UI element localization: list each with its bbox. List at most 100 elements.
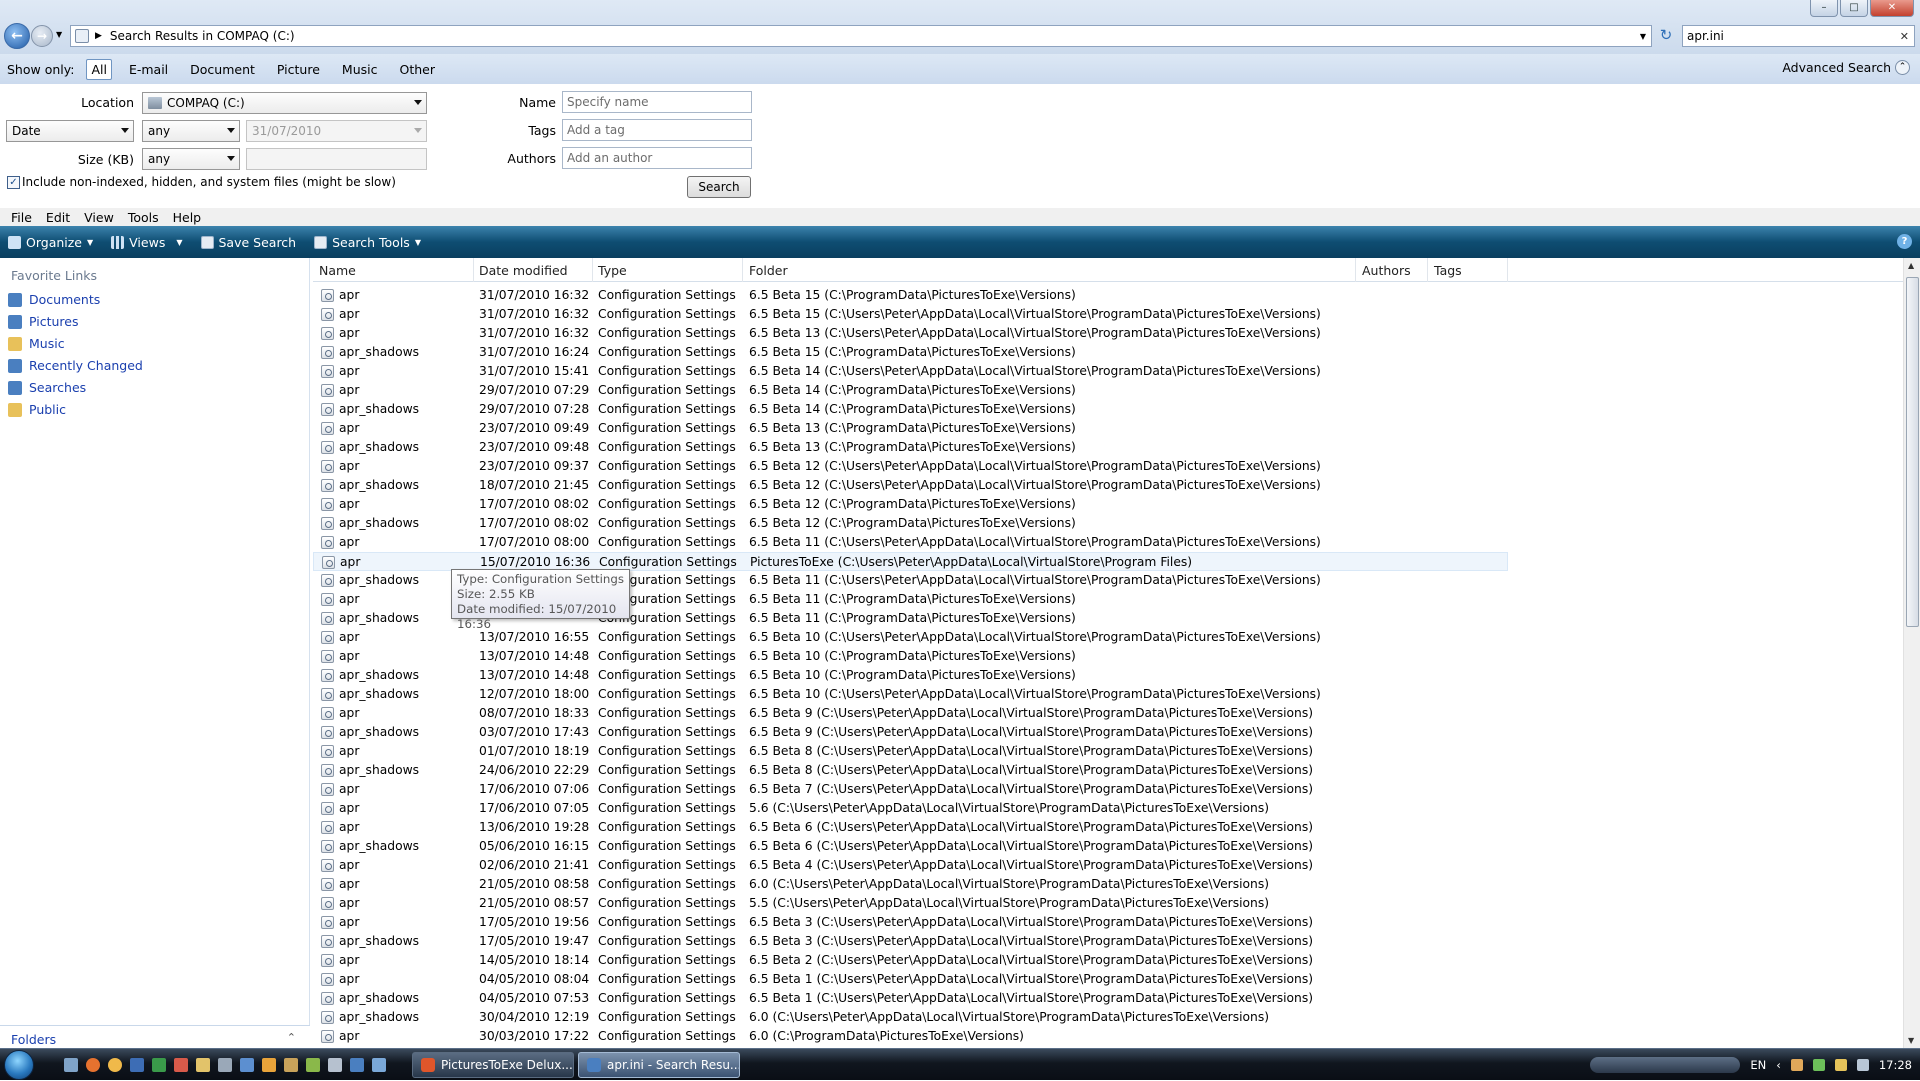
table-row[interactable]: apr 17/07/2010 08:00 Configuration Setting…	[313, 533, 1508, 552]
table-row[interactable]: apr_shadows 17/05/2010 19:47 Configuration…	[313, 932, 1508, 951]
table-row[interactable]: apr 02/06/2010 21:41 Configuration Setting…	[313, 856, 1508, 875]
search-button[interactable]: Search	[687, 176, 751, 198]
close-button[interactable]: ✕	[1870, 0, 1914, 17]
location-dropdown[interactable]: COMPAQ (C:)	[142, 92, 427, 114]
table-row[interactable]: apr 17/07/2010 08:02 Configuration Setting…	[313, 495, 1508, 514]
table-row[interactable]: apr_shadows 18/07/2010 21:45 Configuration…	[313, 476, 1508, 495]
advanced-search-toggle[interactable]: Advanced Search ⌃	[1782, 60, 1910, 75]
media-player-controls-icon[interactable]	[1590, 1057, 1741, 1073]
taskbar-button[interactable]: PicturesToExe Delux...	[412, 1052, 574, 1078]
organize-button[interactable]: Organize ▼	[8, 235, 93, 250]
vertical-scrollbar[interactable]: ▲ ▼	[1903, 258, 1920, 1048]
column-divider[interactable]	[592, 258, 593, 282]
breadcrumb-arrow-icon[interactable]: ▶	[95, 31, 102, 41]
table-row[interactable]: apr_shadows 17/07/2010 08:02 Configuration…	[313, 514, 1508, 533]
column-tags[interactable]: Tags	[1434, 263, 1462, 278]
table-row[interactable]: apr 31/07/2010 16:32 Configuration Setting…	[313, 324, 1508, 343]
table-row[interactable]: apr 04/05/2010 08:04 Configuration Setting…	[313, 970, 1508, 989]
recent-pages-chevron-icon[interactable]: ▼	[56, 30, 62, 39]
column-divider[interactable]	[473, 258, 474, 282]
maximize-button[interactable]: □	[1840, 0, 1868, 17]
filter-all[interactable]: All	[86, 58, 112, 80]
sidebar-item-documents[interactable]: Documents	[8, 292, 100, 307]
table-row[interactable]: apr 17/05/2010 19:56 Configuration Setting…	[313, 913, 1508, 932]
app-icon[interactable]	[174, 1058, 188, 1072]
table-row[interactable]: apr 13/06/2010 19:28 Configuration Setting…	[313, 818, 1508, 837]
table-row[interactable]: apr_shadows 24/06/2010 22:29 Configuration…	[313, 761, 1508, 780]
sidebar-item-pictures[interactable]: Pictures	[8, 314, 79, 329]
folder-icon[interactable]	[196, 1058, 210, 1072]
filter-other[interactable]: Other	[395, 59, 441, 80]
app-icon[interactable]	[350, 1058, 364, 1072]
back-button[interactable]: ←	[4, 23, 30, 49]
sidebar-item-public[interactable]: Public	[8, 402, 66, 417]
tray-expand-icon[interactable]: ‹	[1776, 1058, 1781, 1072]
column-folder[interactable]: Folder	[749, 263, 788, 278]
table-row[interactable]: apr_shadows 13/07/2010 14:48 Configuration…	[313, 666, 1508, 685]
help-icon[interactable]: ?	[1897, 234, 1912, 249]
menu-edit[interactable]: Edit	[46, 210, 70, 225]
scroll-thumb[interactable]	[1906, 277, 1919, 627]
firefox-icon[interactable]	[86, 1058, 100, 1072]
column-type[interactable]: Type	[598, 263, 627, 278]
forward-button[interactable]: →	[31, 25, 53, 47]
table-row[interactable]: apr 01/07/2010 18:19 Configuration Setting…	[313, 742, 1508, 761]
column-divider[interactable]	[742, 258, 743, 282]
table-row[interactable]: apr 31/07/2010 16:32 Configuration Setting…	[313, 305, 1508, 324]
table-row[interactable]: apr_shadows 31/07/2010 16:24 Configuration…	[313, 343, 1508, 362]
date-operator-dropdown[interactable]: any	[142, 120, 240, 142]
menu-tools[interactable]: Tools	[128, 210, 159, 225]
clear-search-icon[interactable]: ✕	[1900, 30, 1909, 43]
word-icon[interactable]	[130, 1058, 144, 1072]
menu-help[interactable]: Help	[173, 210, 202, 225]
tray-network-icon[interactable]	[1812, 1059, 1825, 1071]
taskbar-button[interactable]: apr.ini - Search Resu...	[578, 1052, 740, 1078]
views-button[interactable]: Views ▼	[111, 235, 183, 250]
app-icon[interactable]	[328, 1058, 342, 1072]
address-dropdown-icon[interactable]: ▼	[1640, 32, 1646, 41]
table-row[interactable]: apr 08/07/2010 18:33 Configuration Setting…	[313, 704, 1508, 723]
column-divider[interactable]	[1507, 258, 1508, 282]
sidebar-item-music[interactable]: Music	[8, 336, 65, 351]
size-operator-dropdown[interactable]: any	[142, 148, 240, 170]
table-row[interactable]: apr 17/06/2010 07:05 Configuration Setting…	[313, 799, 1508, 818]
app-icon[interactable]	[372, 1058, 386, 1072]
date-field-dropdown[interactable]: Date	[6, 120, 134, 142]
clock[interactable]: 17:28	[1879, 1058, 1912, 1072]
authors-input[interactable]: Add an author	[562, 147, 752, 169]
table-row[interactable]: apr_shadows 29/07/2010 07:28 Configuration…	[313, 400, 1508, 419]
breadcrumb-current[interactable]: Search Results in COMPAQ (C:)	[110, 29, 295, 43]
table-row[interactable]: apr_shadows 05/06/2010 16:15 Configuration…	[313, 837, 1508, 856]
filter-music[interactable]: Music	[337, 59, 383, 80]
scroll-up-icon[interactable]: ▲	[1908, 261, 1914, 270]
table-row[interactable]: apr_shadows 12/07/2010 18:00 Configuration…	[313, 685, 1508, 704]
table-row[interactable]: apr 31/07/2010 16:32 Configuration Setting…	[313, 286, 1508, 305]
search-input[interactable]: apr.ini	[1687, 29, 1724, 43]
table-row[interactable]: apr 30/03/2010 17:22 Configuration Setting…	[313, 1027, 1508, 1046]
save-search-button[interactable]: Save Search	[200, 235, 296, 250]
search-box[interactable]: apr.ini ✕	[1682, 25, 1915, 47]
filter-email[interactable]: E-mail	[124, 59, 173, 80]
include-hidden-checkbox[interactable]: ✓	[7, 176, 20, 189]
table-row[interactable]: apr 31/07/2010 15:41 Configuration Setting…	[313, 362, 1508, 381]
address-bar[interactable]: ▶ Search Results in COMPAQ (C:) ▼	[70, 25, 1652, 47]
table-row[interactable]: apr_shadows 04/05/2010 07:53 Configuration…	[313, 989, 1508, 1008]
tags-input[interactable]: Add a tag	[562, 119, 752, 141]
table-row[interactable]: apr 17/06/2010 07:06 Configuration Setting…	[313, 780, 1508, 799]
table-row[interactable]: apr 23/07/2010 09:49 Configuration Setting…	[313, 419, 1508, 438]
language-indicator[interactable]: EN	[1750, 1058, 1766, 1072]
sidebar-item-searches[interactable]: Searches	[8, 380, 86, 395]
column-divider[interactable]	[1427, 258, 1428, 282]
table-row[interactable]: apr 13/07/2010 14:48 Configuration Setting…	[313, 647, 1508, 666]
folders-toggle[interactable]: Folders ⌃	[0, 1025, 310, 1048]
date-value-picker[interactable]: 31/07/2010	[246, 120, 427, 142]
media-icon[interactable]	[262, 1058, 276, 1072]
table-row[interactable]: apr 21/05/2010 08:58 Configuration Setting…	[313, 875, 1508, 894]
table-row[interactable]: apr 14/05/2010 18:14 Configuration Setting…	[313, 951, 1508, 970]
lock-icon[interactable]	[284, 1058, 298, 1072]
excel-icon[interactable]	[152, 1058, 166, 1072]
scroll-down-icon[interactable]: ▼	[1908, 1036, 1914, 1045]
app-icon[interactable]	[218, 1058, 232, 1072]
volume-icon[interactable]	[1856, 1059, 1869, 1071]
minimize-button[interactable]: –	[1810, 0, 1838, 17]
